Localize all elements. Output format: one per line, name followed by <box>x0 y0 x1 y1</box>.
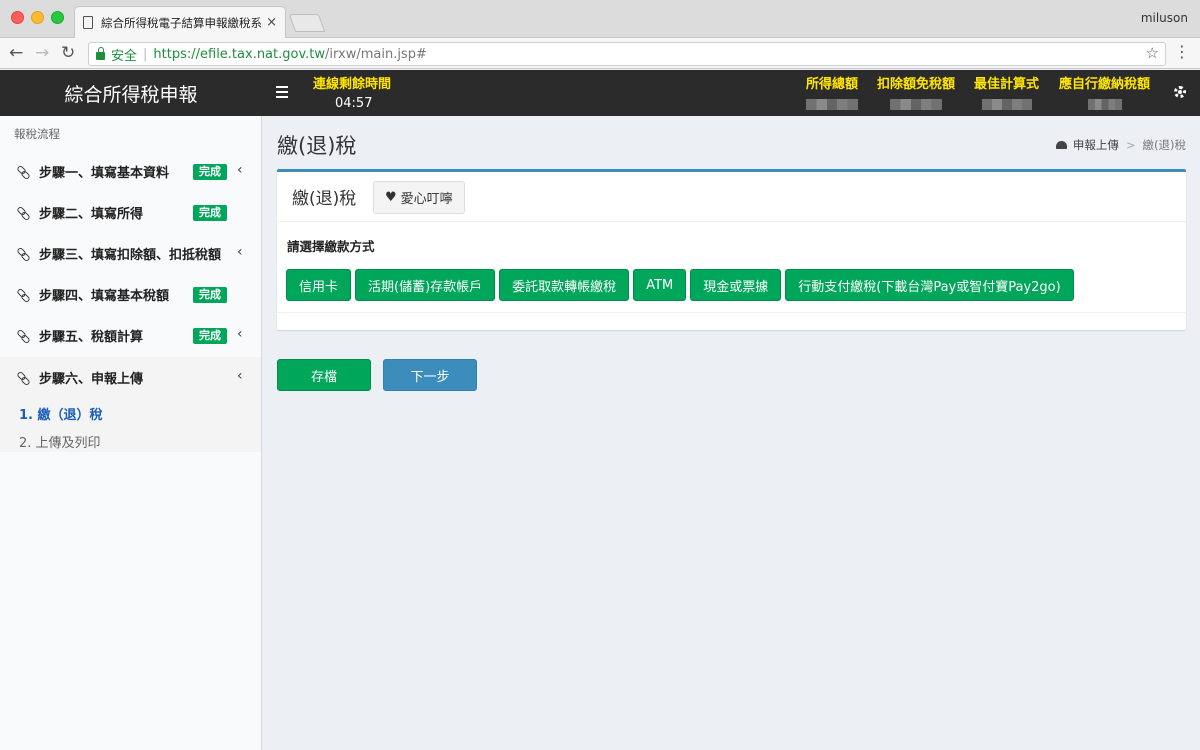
step6-submenu: 1. 繳（退）稅 2. 上傳及列印 <box>0 398 261 452</box>
tab-title: 綜合所得稅電子結算申報繳稅系統 <box>101 15 263 30</box>
stat-deductions: 扣除額免稅額 <box>877 73 955 110</box>
chevron-left-icon: ‹ <box>237 244 243 260</box>
stat-label: 所得總額 <box>806 77 859 92</box>
url-separator: | <box>143 46 148 62</box>
tab-close-icon[interactable]: × <box>266 15 277 30</box>
close-window-button[interactable] <box>11 11 24 24</box>
stat-label: 最佳計算式 <box>974 77 1040 92</box>
new-tab-button[interactable] <box>288 14 326 32</box>
sidebar-item-step5[interactable]: 步驟五、稅額計算 完成 ‹ <box>0 315 261 356</box>
dashboard-icon <box>1055 141 1067 149</box>
love-reminder-label: 愛心叮嚀 <box>400 192 453 207</box>
next-step-button[interactable]: 下一步 <box>383 359 477 391</box>
sidebar: 報稅流程 步驟一、填寫基本資料 完成 ‹ 步驟二、填寫所得 完成 步驟三、填寫扣… <box>0 116 262 750</box>
bookmark-star-icon[interactable]: ☆ <box>1146 44 1159 62</box>
app-header: 綜合所得稅申報 連線剩餘時間 04:57 所得總額 扣除額免稅額 最佳計算式 應… <box>0 70 1200 116</box>
app-title[interactable]: 綜合所得稅申報 <box>0 70 262 116</box>
timer-label: 連線剩餘時間 <box>313 77 392 92</box>
save-button[interactable]: 存檔 <box>277 359 371 391</box>
pay-mobile-button[interactable]: 行動支付繳稅(下載台灣Pay或智付寶Pay2go) <box>785 269 1074 301</box>
step-label: 步驟一、填寫基本資料 <box>39 166 170 181</box>
step-label: 步驟五、稅額計算 <box>39 330 144 345</box>
reload-icon[interactable]: ↻ <box>61 42 75 64</box>
status-badge: 完成 <box>193 328 227 344</box>
submenu-item-upload-print[interactable]: 2. 上傳及列印 <box>19 432 101 451</box>
forward-arrow-icon[interactable]: → <box>35 42 49 64</box>
document-icon <box>83 16 93 29</box>
address-bar[interactable]: 安全 | https://efile.tax.nat.gov.tw /irxw/… <box>88 42 1166 66</box>
chevron-left-icon: ‹ <box>237 368 243 384</box>
pay-cash-check-button[interactable]: 現金或票據 <box>690 269 782 301</box>
stat-total-income: 所得總額 <box>806 73 858 110</box>
stat-label: 扣除額免稅額 <box>877 77 956 92</box>
browser-tab[interactable]: 綜合所得稅電子結算申報繳稅系統 × <box>74 6 286 38</box>
status-badge: 完成 <box>193 287 227 303</box>
chevron-left-icon: ‹ <box>237 162 243 178</box>
blurred-value <box>1087 99 1122 110</box>
submenu-item-pay-refund[interactable]: 1. 繳（退）稅 <box>19 404 103 423</box>
browser-tab-strip: 綜合所得稅電子結算申報繳稅系統 × miluson <box>0 0 1200 38</box>
browser-menu-icon[interactable]: ⋮ <box>1174 44 1190 60</box>
timer-value: 04:57 <box>335 96 373 111</box>
step-label: 步驟三、填寫扣除額、扣抵稅額 <box>39 248 222 263</box>
box-header: 繳(退)稅 ♥ 愛心叮嚀 <box>277 172 1186 222</box>
pay-bank-account-button[interactable]: 活期(儲蓄)存款帳戶 <box>355 269 496 301</box>
step-label: 步驟六、申報上傳 <box>39 372 144 387</box>
link-icon <box>17 372 29 384</box>
breadcrumb-current: 繳(退)稅 <box>1142 138 1186 152</box>
lock-icon <box>96 46 105 60</box>
sidebar-item-step1[interactable]: 步驟一、填寫基本資料 完成 ‹ <box>0 151 261 192</box>
blurred-value <box>981 99 1032 110</box>
blurred-value <box>890 99 942 110</box>
minimize-window-button[interactable] <box>31 11 44 24</box>
blurred-value <box>806 99 858 110</box>
sidebar-section-title: 報稅流程 <box>14 127 60 141</box>
stat-tax-payable: 應自行繳納稅額 <box>1058 73 1151 110</box>
payment-box: 繳(退)稅 ♥ 愛心叮嚀 請選擇繳款方式 信用卡 活期(儲蓄)存款帳戶 委託取款… <box>277 169 1186 330</box>
love-reminder-button[interactable]: ♥ 愛心叮嚀 <box>373 181 465 214</box>
page-title: 繳(退)稅 <box>277 134 357 158</box>
secure-label: 安全 <box>111 48 138 64</box>
link-icon <box>17 330 29 342</box>
box-footer <box>277 312 1186 313</box>
step-label: 步驟四、填寫基本稅額 <box>39 289 170 304</box>
sidebar-item-step3[interactable]: 步驟三、填寫扣除額、扣抵稅額 ‹ <box>0 233 261 274</box>
breadcrumb-home[interactable]: 申報上傳 <box>1073 137 1119 153</box>
stat-label: 應自行繳納稅額 <box>1058 77 1150 92</box>
status-badge: 完成 <box>193 164 227 180</box>
link-icon <box>17 166 29 178</box>
url-host: https://efile.tax.nat.gov.tw <box>153 46 326 62</box>
link-icon <box>17 289 29 301</box>
heart-icon: ♥ <box>385 190 397 205</box>
link-icon <box>17 207 29 219</box>
pay-direct-debit-button[interactable]: 委託取款轉帳繳稅 <box>499 269 630 301</box>
status-badge: 完成 <box>193 205 227 221</box>
link-icon <box>17 248 29 260</box>
chevron-left-icon: ‹ <box>237 326 243 342</box>
box-title: 繳(退)稅 <box>292 189 357 209</box>
step-label: 步驟二、填寫所得 <box>39 207 144 222</box>
breadcrumb: 申報上傳 > 繳(退)稅 <box>1055 137 1186 153</box>
sidebar-item-step2[interactable]: 步驟二、填寫所得 完成 <box>0 192 261 233</box>
stat-best-formula: 最佳計算式 <box>974 73 1039 110</box>
gear-icon[interactable] <box>1174 86 1186 98</box>
main-content: 繳(退)稅 申報上傳 > 繳(退)稅 繳(退)稅 ♥ 愛心叮嚀 請選擇繳款方式 … <box>263 116 1200 750</box>
session-timer: 連線剩餘時間 04:57 <box>313 73 391 111</box>
browser-toolbar: ← → ↻ 安全 | https://efile.tax.nat.gov.tw … <box>0 38 1200 69</box>
back-arrow-icon[interactable]: ← <box>9 42 23 64</box>
hamburger-menu-icon[interactable] <box>276 83 288 103</box>
payment-method-buttons: 信用卡 活期(儲蓄)存款帳戶 委託取款轉帳繳稅 ATM 現金或票據 行動支付繳稅… <box>286 269 1074 301</box>
pay-atm-button[interactable]: ATM <box>633 269 687 301</box>
pay-credit-card-button[interactable]: 信用卡 <box>286 269 352 301</box>
payment-prompt: 請選擇繳款方式 <box>287 239 375 254</box>
sidebar-item-step4[interactable]: 步驟四、填寫基本稅額 完成 <box>0 274 261 315</box>
profile-name[interactable]: miluson <box>1141 11 1188 25</box>
sidebar-item-step6[interactable]: 步驟六、申報上傳 ‹ <box>0 357 261 398</box>
maximize-window-button[interactable] <box>51 11 64 24</box>
url-path: /irxw/main.jsp# <box>325 46 427 62</box>
breadcrumb-separator: > <box>1125 138 1136 152</box>
